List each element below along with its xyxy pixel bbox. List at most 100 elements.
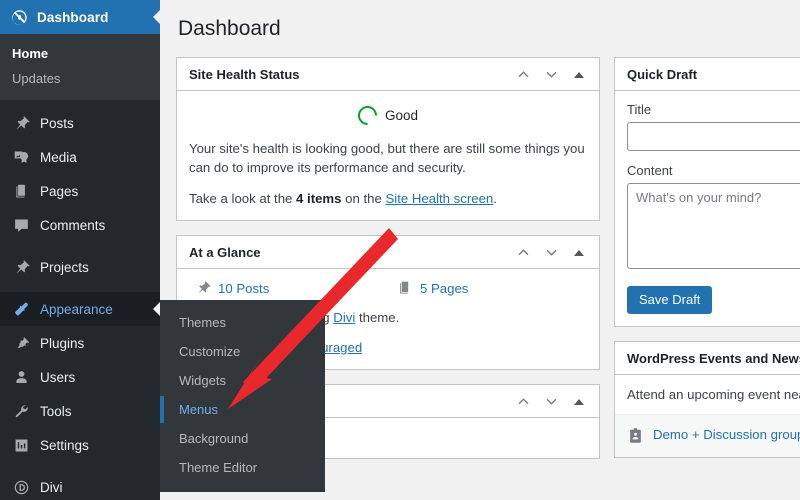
sidebar-item-label: Tools — [40, 403, 72, 419]
wrench-icon — [11, 401, 31, 421]
panel-header-actions — [511, 385, 591, 418]
sidebar-item-label: Dashboard — [37, 9, 109, 25]
sidebar-item-plugins[interactable]: Plugins — [0, 326, 160, 360]
plugin-icon — [11, 333, 31, 353]
pin-icon — [11, 257, 31, 277]
sidebar-item-label: Divi — [40, 479, 63, 495]
sidebar-item-label: Pages — [40, 183, 79, 199]
quick-draft-content-input[interactable] — [627, 183, 800, 269]
sidebar-item-label: Projects — [40, 259, 89, 275]
site-health-description: Your site's health is looking good, but … — [189, 141, 585, 175]
active-notch — [153, 9, 161, 25]
dashboard-icon — [11, 9, 28, 26]
toggle-panel-icon[interactable] — [567, 63, 591, 87]
glance-stats: 10 Posts 5 Pages — [189, 280, 587, 296]
sidebar-item-settings[interactable]: Settings — [0, 428, 160, 462]
menu-separator — [0, 284, 160, 292]
sidebar-item-appearance[interactable]: Appearance — [0, 292, 161, 326]
sidebar-item-label: Plugins — [40, 335, 85, 351]
paintbrush-icon — [11, 299, 31, 319]
panel-wordpress-events: WordPress Events and News Attend an upco… — [614, 341, 800, 458]
dashboard-submenu: Home Updates — [0, 34, 160, 100]
panel-header: At a Glance — [177, 236, 599, 269]
user-icon — [11, 367, 31, 387]
theme-line-suffix: theme. — [355, 310, 400, 325]
sidebar-item-users[interactable]: Users — [0, 360, 160, 394]
save-draft-button[interactable]: Save Draft — [627, 286, 713, 314]
footer-prefix: Take a look at the — [189, 191, 297, 206]
move-down-icon[interactable] — [539, 241, 563, 265]
sidebar-item-pages[interactable]: Pages — [0, 174, 160, 208]
settings-icon — [11, 435, 31, 455]
event-title: Demo + Discussion group: Creating and Re… — [653, 427, 800, 442]
quick-draft-content-label: Content — [627, 163, 673, 178]
sidebar-item-media[interactable]: Media — [0, 140, 160, 174]
submenu-item-updates[interactable]: Updates — [0, 66, 160, 91]
sidebar-item-posts[interactable]: Posts — [0, 106, 160, 140]
panel-title: Site Health Status — [189, 66, 300, 82]
panel-site-health: Site Health Status Good Your site's heal… — [176, 57, 600, 221]
submenu-item-home[interactable]: Home — [0, 41, 160, 66]
quick-draft-title-input[interactable] — [627, 122, 800, 151]
move-up-icon[interactable] — [511, 390, 535, 414]
flyout-item-theme-editor[interactable]: Theme Editor — [160, 453, 325, 482]
divi-icon — [11, 477, 31, 497]
footer-middle: on the — [341, 191, 386, 206]
sidebar-item-label: Appearance — [40, 301, 113, 317]
sidebar-item-label: Media — [40, 149, 77, 165]
flyout-item-menus[interactable]: Menus — [160, 395, 325, 424]
quick-draft-title-label: Title — [627, 102, 652, 117]
sidebar-item-comments[interactable]: Comments — [0, 208, 160, 242]
footer-suffix: . — [493, 191, 497, 206]
admin-sidebar: Dashboard Home Updates Posts Media Pages… — [0, 0, 161, 500]
pin-icon — [11, 113, 31, 133]
pin-icon — [195, 280, 211, 296]
panel-header: Quick Draft — [615, 58, 800, 91]
toggle-panel-icon[interactable] — [567, 390, 591, 414]
list-item[interactable]: Demo + Discussion group: Creating and Re… — [615, 415, 800, 457]
status-ring-icon — [354, 102, 381, 129]
panel-body: Title Content Save Draft — [615, 91, 800, 326]
appearance-flyout-submenu: Themes Customize Widgets Menus Backgroun… — [160, 300, 325, 492]
move-down-icon[interactable] — [539, 63, 563, 87]
footer-count: 4 items — [296, 191, 342, 206]
move-up-icon[interactable] — [511, 63, 535, 87]
flyout-item-customize[interactable]: Customize — [160, 337, 325, 366]
sidebar-item-tools[interactable]: Tools — [0, 394, 160, 428]
glance-item-posts[interactable]: 10 Posts — [195, 280, 385, 296]
media-icon — [11, 147, 31, 167]
menu-separator — [0, 242, 160, 250]
page-title: Dashboard — [178, 17, 281, 40]
glance-item-pages[interactable]: 5 Pages — [397, 280, 587, 296]
flyout-item-background[interactable]: Background — [160, 424, 325, 453]
move-down-icon[interactable] — [539, 390, 563, 414]
glance-item-label: 5 Pages — [420, 280, 469, 296]
panel-header-actions — [511, 58, 591, 91]
status-badge: Good — [189, 102, 587, 129]
glance-item-label: 10 Posts — [218, 280, 270, 296]
toggle-panel-icon[interactable] — [567, 241, 591, 265]
sidebar-item-label: Settings — [40, 437, 89, 453]
theme-link[interactable]: Divi — [333, 310, 355, 325]
panel-quick-draft: Quick Draft Title Content Save Draft — [614, 57, 800, 327]
sidebar-item-dashboard[interactable]: Dashboard — [0, 0, 161, 34]
flyout-item-themes[interactable]: Themes — [160, 308, 325, 337]
panel-header-actions — [511, 236, 591, 269]
flyout-item-widgets[interactable]: Widgets — [160, 366, 325, 395]
panel-body: Good Your site's health is looking good,… — [177, 91, 599, 220]
sidebar-menu-list: Posts Media Pages Comments Projects Appe… — [0, 100, 161, 500]
sidebar-item-label: Comments — [40, 217, 106, 233]
sidebar-item-divi[interactable]: Divi — [0, 470, 160, 500]
panel-header: Site Health Status — [177, 58, 599, 91]
events-intro: Attend an upcoming event near you. — [615, 375, 800, 415]
screen: Dashboard Home Updates Posts Media Pages… — [0, 0, 800, 500]
dashboard-column-right: Quick Draft Title Content Save Draft Wor… — [614, 57, 800, 473]
site-health-screen-link[interactable]: Site Health screen — [385, 191, 493, 206]
panel-title: At a Glance — [189, 244, 261, 260]
status-label: Good — [384, 108, 419, 123]
panel-title: WordPress Events and News — [627, 350, 800, 366]
site-health-footer: Take a look at the 4 items on the Site H… — [189, 189, 587, 208]
pages-icon — [11, 181, 31, 201]
sidebar-item-projects[interactable]: Projects — [0, 250, 160, 284]
move-up-icon[interactable] — [511, 241, 535, 265]
